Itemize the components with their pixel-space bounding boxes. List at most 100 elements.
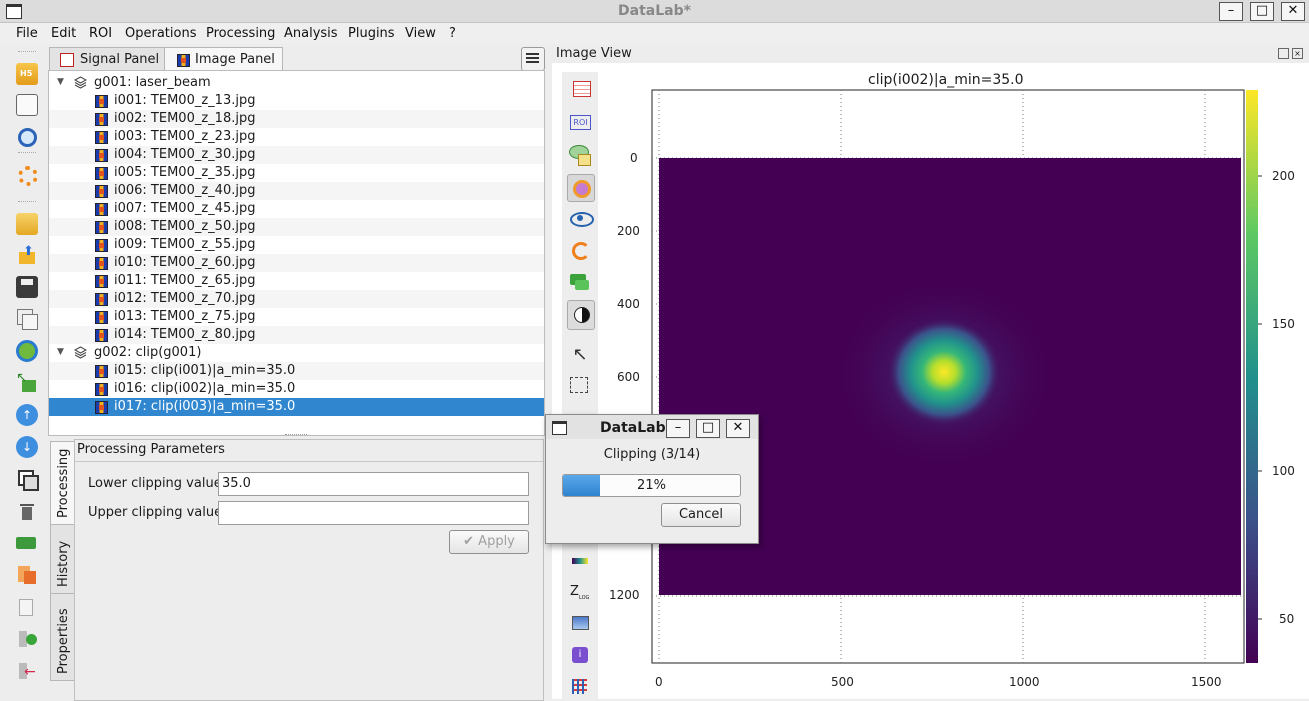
move-up-icon[interactable]: ↑ [16, 404, 38, 426]
tree-group-g002[interactable]: ▼ g002: clip(g001) [49, 344, 544, 362]
save-icon[interactable] [16, 276, 38, 298]
collapse-arrow-icon[interactable]: ▼ [57, 347, 64, 357]
tree-item[interactable]: i010: TEM00_z_60.jpg [49, 254, 544, 272]
export-icon[interactable]: ↖ [16, 370, 38, 394]
dialog-minimize-button[interactable]: – [666, 419, 690, 438]
remove-result-icon[interactable]: ← [16, 660, 38, 682]
tab-signal-panel[interactable]: Signal Panel [49, 47, 165, 71]
panel-menu-button[interactable] [521, 47, 545, 71]
duplicate-icon[interactable] [16, 308, 38, 330]
eye-refresh-icon[interactable] [567, 206, 594, 232]
tree-item[interactable]: i015: clip(i001)|a_min=35.0 [49, 362, 544, 380]
dialog-app-icon [552, 421, 567, 435]
group-label: g002: clip(g001) [94, 345, 202, 360]
upper-clipping-field[interactable] [218, 501, 529, 525]
rect-zoom-icon[interactable] [567, 374, 593, 400]
close-button[interactable]: ✕ [1281, 2, 1305, 21]
tree-item[interactable]: i016: clip(i002)|a_min=35.0 [49, 380, 544, 398]
menu-plugins[interactable]: Plugins [348, 26, 395, 41]
y-tick-label: 200 [617, 224, 640, 238]
tree-item[interactable]: i003: TEM00_z_23.jpg [49, 128, 544, 146]
copy-icon[interactable] [16, 468, 39, 491]
progress-message: Clipping (3/14) [603, 447, 701, 462]
menu-roi[interactable]: ROI [89, 26, 112, 41]
save-h5-icon[interactable] [16, 94, 38, 116]
minimize-button[interactable]: – [1219, 2, 1243, 21]
paste-metadata-icon[interactable] [16, 564, 38, 586]
dialog-close-button[interactable]: ✕ [726, 419, 750, 438]
roi-icon[interactable]: ROI [567, 110, 593, 136]
reset-colormap-icon[interactable] [567, 238, 593, 264]
tree-item[interactable]: i014: TEM00_z_80.jpg [49, 326, 544, 344]
image-icon [95, 185, 108, 198]
open-folder-icon[interactable] [16, 213, 38, 235]
settings-icon[interactable] [16, 164, 38, 186]
splitter-handle[interactable] [285, 434, 307, 438]
image-icon [177, 54, 190, 67]
z-log-icon[interactable]: Z LOG [567, 580, 593, 606]
tree-item[interactable]: i001: TEM00_z_13.jpg [49, 92, 544, 110]
close-dock-icon[interactable]: × [1292, 48, 1303, 59]
group-icon [74, 346, 87, 359]
collapse-arrow-icon[interactable]: ▼ [57, 77, 64, 87]
tree-item[interactable]: i005: TEM00_z_35.jpg [49, 164, 544, 182]
float-icon[interactable] [1278, 48, 1289, 59]
apply-button[interactable]: ✔ Apply [449, 530, 529, 554]
tab-history[interactable]: History [50, 524, 76, 594]
tree-item[interactable]: i012: TEM00_z_70.jpg [49, 290, 544, 308]
refresh-icon[interactable] [16, 340, 38, 362]
menu-processing[interactable]: Processing [206, 26, 275, 41]
params-separator [75, 461, 543, 462]
tab-processing[interactable]: Processing [50, 441, 76, 525]
lower-clipping-field[interactable]: 35.0 [218, 472, 529, 496]
open-h5-icon[interactable]: H5 [16, 63, 38, 85]
tab-image-panel[interactable]: Image Panel [164, 47, 283, 72]
tree-item[interactable]: i008: TEM00_z_50.jpg [49, 218, 544, 236]
maximize-button[interactable]: □ [1250, 2, 1274, 21]
table-icon[interactable] [567, 78, 593, 104]
tree-item[interactable]: i007: TEM00_z_45.jpg [49, 200, 544, 218]
tree-item[interactable]: i013: TEM00_z_75.jpg [49, 308, 544, 326]
contrast-icon[interactable] [567, 300, 595, 330]
colorbar-icon[interactable] [567, 548, 593, 574]
tree-item[interactable]: i002: TEM00_z_18.jpg [49, 110, 544, 128]
beam-spot [886, 317, 1002, 427]
import-icon[interactable]: ⬆ [16, 244, 38, 266]
image-icon [95, 203, 108, 216]
info-icon[interactable]: i [567, 642, 593, 668]
delete-icon[interactable] [16, 500, 38, 522]
select-pointer-icon[interactable]: ↖ [567, 342, 593, 368]
dialog-title-bar: DataLab – □ ✕ [546, 415, 758, 439]
dialog-maximize-button[interactable]: □ [696, 419, 720, 438]
browse-h5-icon[interactable] [16, 126, 38, 148]
tree-item[interactable]: i004: TEM00_z_30.jpg [49, 146, 544, 164]
menu-view[interactable]: View [405, 26, 436, 41]
cancel-button[interactable]: Cancel [661, 503, 741, 527]
object-tree[interactable]: ▼ g001: laser_beam i001: TEM00_z_13.jpg … [48, 70, 545, 436]
dock-separator [548, 63, 552, 699]
comments-icon[interactable] [567, 270, 593, 296]
image-icon [95, 401, 108, 414]
grid-icon[interactable] [567, 674, 593, 700]
screenshot-icon[interactable] [567, 610, 593, 636]
image-icon [95, 329, 108, 342]
annotation-shapes-icon[interactable] [567, 142, 593, 168]
tree-item[interactable]: i011: TEM00_z_65.jpg [49, 272, 544, 290]
copy-metadata-icon[interactable] [16, 596, 38, 618]
add-group-icon[interactable] [16, 532, 38, 554]
colormap-auto-icon[interactable] [567, 174, 595, 202]
menu-analysis[interactable]: Analysis [284, 26, 338, 41]
menu-help[interactable]: ? [449, 26, 456, 41]
menu-edit[interactable]: Edit [51, 26, 76, 41]
tree-item-selected[interactable]: i017: clip(i003)|a_min=35.0 [49, 398, 544, 416]
menu-file[interactable]: File [16, 26, 38, 41]
menu-operations[interactable]: Operations [125, 26, 196, 41]
add-result-icon[interactable] [16, 628, 38, 650]
tree-group-g001[interactable]: ▼ g001: laser_beam [49, 74, 544, 92]
tree-item[interactable]: i009: TEM00_z_55.jpg [49, 236, 544, 254]
tree-item[interactable]: i006: TEM00_z_40.jpg [49, 182, 544, 200]
move-down-icon[interactable]: ↓ [16, 436, 38, 458]
tab-properties[interactable]: Properties [50, 593, 76, 681]
y-tick-label: 400 [617, 297, 640, 311]
image-plot[interactable] [598, 64, 1309, 699]
